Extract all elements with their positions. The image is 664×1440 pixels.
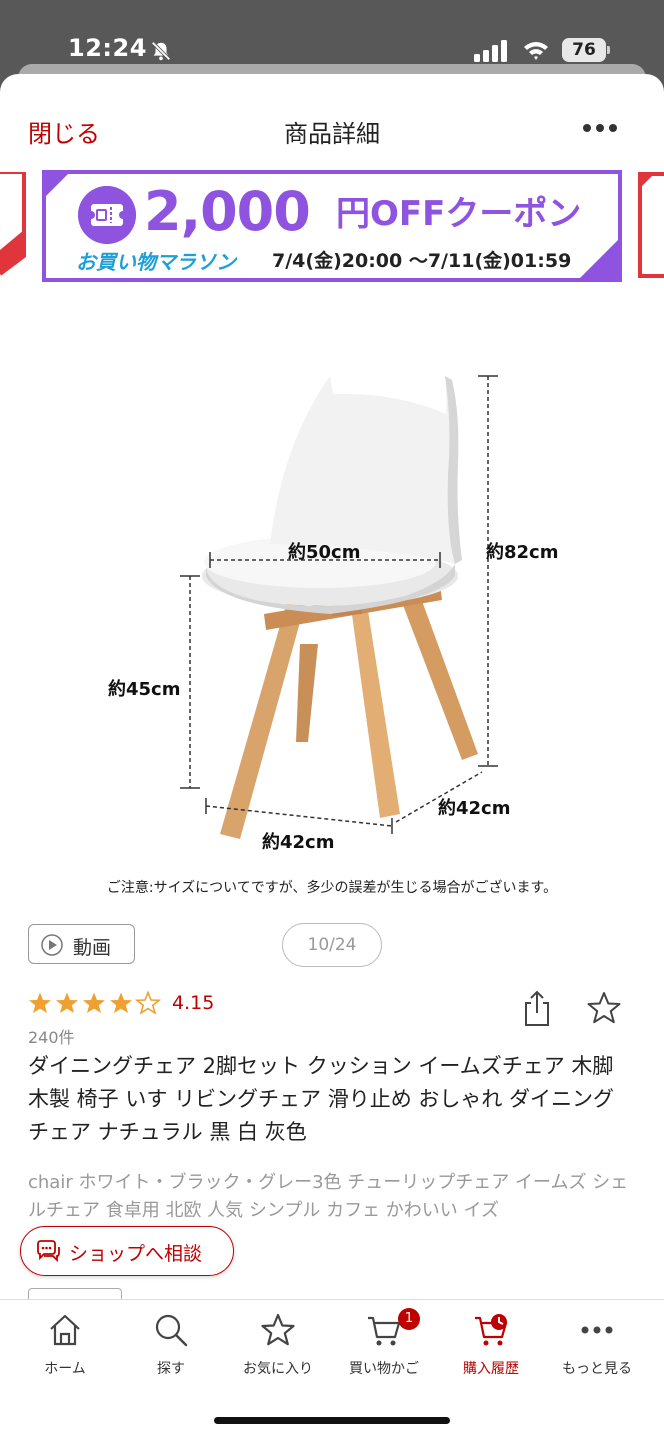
search-icon (155, 1314, 188, 1347)
more-options-icon[interactable] (578, 116, 622, 140)
shop-consult-button[interactable]: ショップへ相談 (20, 1226, 234, 1276)
star-icon (261, 1313, 295, 1346)
depth-label: 約42cm (438, 798, 511, 819)
image-page-indicator: 10/24 (282, 923, 382, 967)
product-image[interactable]: 約50cm 約82cm 約45cm 約42cm 約42cm (0, 314, 664, 914)
coupon-ticket-icon (78, 186, 136, 244)
page-title: 商品詳細 (284, 120, 380, 148)
star-filled-icon (83, 992, 105, 1013)
product-description: chair ホワイト・ブラック・グレー3色 チューリップチェア イームズ シェル… (28, 1172, 629, 1221)
next-banner-edge[interactable] (636, 172, 664, 280)
signal-icon (474, 40, 507, 62)
tab-label: ホーム (44, 1361, 86, 1377)
status-bar: 12:24 76 (0, 0, 664, 66)
tab-search[interactable]: 探す (116, 1312, 226, 1382)
star-empty-icon (136, 991, 160, 1014)
tab-label: お気に入り (243, 1361, 313, 1377)
event-name: お買い物マラソン (76, 250, 236, 274)
shop-consult-label: ショップへ相談 (69, 1243, 203, 1265)
size-caption: ご注意:サイズについてですが、多少の誤差が生じる場合がございます。 (106, 880, 558, 896)
coupon-banner[interactable]: 2,000 円OFFクーポン お買い物マラソン 7/4(金)20:00 〜7/1… (42, 170, 622, 282)
review-count[interactable]: 240件 (28, 1024, 75, 1048)
cart-icon (368, 1316, 401, 1346)
tab-label: 探す (157, 1361, 185, 1377)
header: 閉じる 商品詳細 (0, 74, 664, 170)
tab-home[interactable]: ホーム (10, 1312, 120, 1382)
width-label: 約42cm (262, 832, 335, 853)
tab-label: 買い物かご (349, 1361, 419, 1377)
product-title: ダイニングチェア 2脚セット クッション イームズチェア 木脚 木製 椅子 いす… (28, 1054, 615, 1144)
battery-indicator: 76 (562, 38, 606, 62)
tab-purchase-history[interactable]: 購入履歴 (436, 1312, 546, 1382)
tab-more[interactable]: もっと見る (542, 1312, 652, 1382)
seat-height-label: 約45cm (108, 679, 181, 700)
favorite-star-icon[interactable] (586, 990, 622, 1026)
bottom-tab-bar: ホーム 探す お気に入り 1 買い物かご 購入履歴 もっと見る (0, 1299, 664, 1440)
chat-bubble-icon (37, 1240, 60, 1263)
prev-banner-edge[interactable] (0, 172, 28, 280)
share-icon[interactable] (522, 989, 552, 1027)
video-button[interactable]: 動画 (28, 924, 135, 964)
coupon-amount: 2,000 (144, 180, 311, 243)
chair-illustration (180, 369, 498, 839)
status-time: 12:24 (68, 34, 147, 62)
more-icon (581, 1326, 613, 1334)
wifi-icon (524, 42, 548, 60)
product-detail-sheet: 閉じる 商品詳細 2,000 円OFFクーポン お買い物マラソン 7/4(金)2… (0, 74, 664, 1440)
rating-stars (29, 991, 160, 1014)
home-indicator[interactable] (214, 1417, 450, 1424)
coupon-suffix: 円OFFクーポン (336, 194, 582, 234)
tab-label: 購入履歴 (463, 1361, 519, 1377)
video-label: 動画 (73, 937, 112, 959)
tab-favorites[interactable]: お気に入り (223, 1312, 333, 1382)
rating-score: 4.15 (172, 992, 215, 1014)
height-label: 約82cm (486, 542, 559, 563)
star-filled-icon (56, 992, 78, 1013)
battery-nub (607, 46, 610, 54)
banner-corner (46, 174, 68, 196)
cart-count-badge: 1 (398, 1308, 420, 1330)
tab-cart[interactable]: 1 買い物かご (329, 1308, 439, 1382)
star-filled-icon (29, 992, 51, 1013)
play-circle-icon (41, 934, 63, 956)
seat-width-label: 約50cm (288, 542, 361, 563)
banner-corner (580, 240, 618, 278)
history-icon (475, 1314, 508, 1346)
home-icon (50, 1314, 80, 1346)
event-date: 7/4(金)20:00 〜7/11(金)01:59 (272, 250, 572, 272)
star-filled-icon (110, 992, 132, 1013)
tab-label: もっと見る (562, 1361, 632, 1377)
bell-muted-icon (151, 41, 171, 61)
